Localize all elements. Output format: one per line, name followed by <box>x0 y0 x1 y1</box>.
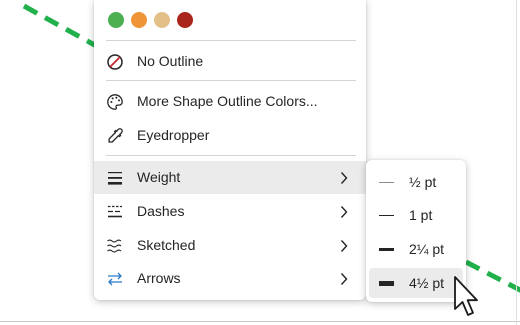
swatch-dark-red[interactable] <box>177 12 193 28</box>
dashes-icon <box>106 203 124 221</box>
chevron-right-icon <box>340 206 348 218</box>
line-weight-swatch <box>379 182 394 183</box>
chevron-right-icon <box>340 273 348 285</box>
more-outline-colors-menu-item[interactable]: More Shape Outline Colors... <box>94 85 366 118</box>
arrows-label: Arrows <box>137 270 181 286</box>
palette-icon <box>106 93 124 111</box>
weight-label: Weight <box>137 169 181 185</box>
swatch-green[interactable] <box>108 12 124 28</box>
weight-option-label: 4½ pt <box>409 275 445 291</box>
weight-option-1-pt[interactable]: 1 pt <box>369 200 463 230</box>
weight-option-label: 1 pt <box>409 207 433 223</box>
no-outline-icon <box>106 53 124 71</box>
sketched-icon <box>106 237 124 255</box>
dashes-label: Dashes <box>137 203 185 219</box>
dashes-menu-item[interactable]: Dashes <box>94 195 366 228</box>
arrows-icon <box>106 270 124 288</box>
weight-option-2-quarter-pt[interactable]: 2¼ pt <box>369 234 463 264</box>
eyedropper-menu-item[interactable]: Eyedropper <box>94 119 366 152</box>
weight-option-label: 2¼ pt <box>409 241 445 257</box>
weight-option-half-pt[interactable]: ½ pt <box>369 167 463 197</box>
line-weight-swatch <box>379 281 394 286</box>
eyedropper-icon <box>106 127 124 145</box>
weight-submenu: ½ pt 1 pt 2¼ pt 4½ pt <box>366 160 466 302</box>
shape-outline-menu: No Outline More Shape Outline Colors... … <box>94 0 366 300</box>
swatch-orange[interactable] <box>131 12 147 28</box>
dashed-shape-line-top[interactable] <box>22 3 102 51</box>
more-outline-colors-label: More Shape Outline Colors... <box>137 93 318 109</box>
line-weight-swatch <box>379 248 394 251</box>
sketched-menu-item[interactable]: Sketched <box>94 229 366 262</box>
weight-menu-item[interactable]: Weight <box>94 161 366 194</box>
slide-border <box>0 321 520 322</box>
line-weight-swatch <box>379 215 394 216</box>
menu-separator <box>106 155 356 156</box>
weight-icon <box>106 169 124 187</box>
no-outline-label: No Outline <box>137 53 204 69</box>
no-outline-menu-item[interactable]: No Outline <box>94 45 366 78</box>
menu-separator <box>106 80 356 81</box>
slide-border-right <box>516 0 517 325</box>
chevron-right-icon <box>340 240 348 252</box>
chevron-right-icon <box>340 172 348 184</box>
weight-option-4-half-pt[interactable]: 4½ pt <box>369 268 463 298</box>
weight-option-label: ½ pt <box>409 174 437 190</box>
eyedropper-label: Eyedropper <box>137 127 210 143</box>
arrows-menu-item[interactable]: Arrows <box>94 262 366 295</box>
sketched-label: Sketched <box>137 237 196 253</box>
color-palette-row <box>108 12 193 30</box>
menu-separator <box>106 40 356 41</box>
dashed-shape-line-bottom[interactable] <box>464 259 520 293</box>
swatch-tan[interactable] <box>154 12 170 28</box>
